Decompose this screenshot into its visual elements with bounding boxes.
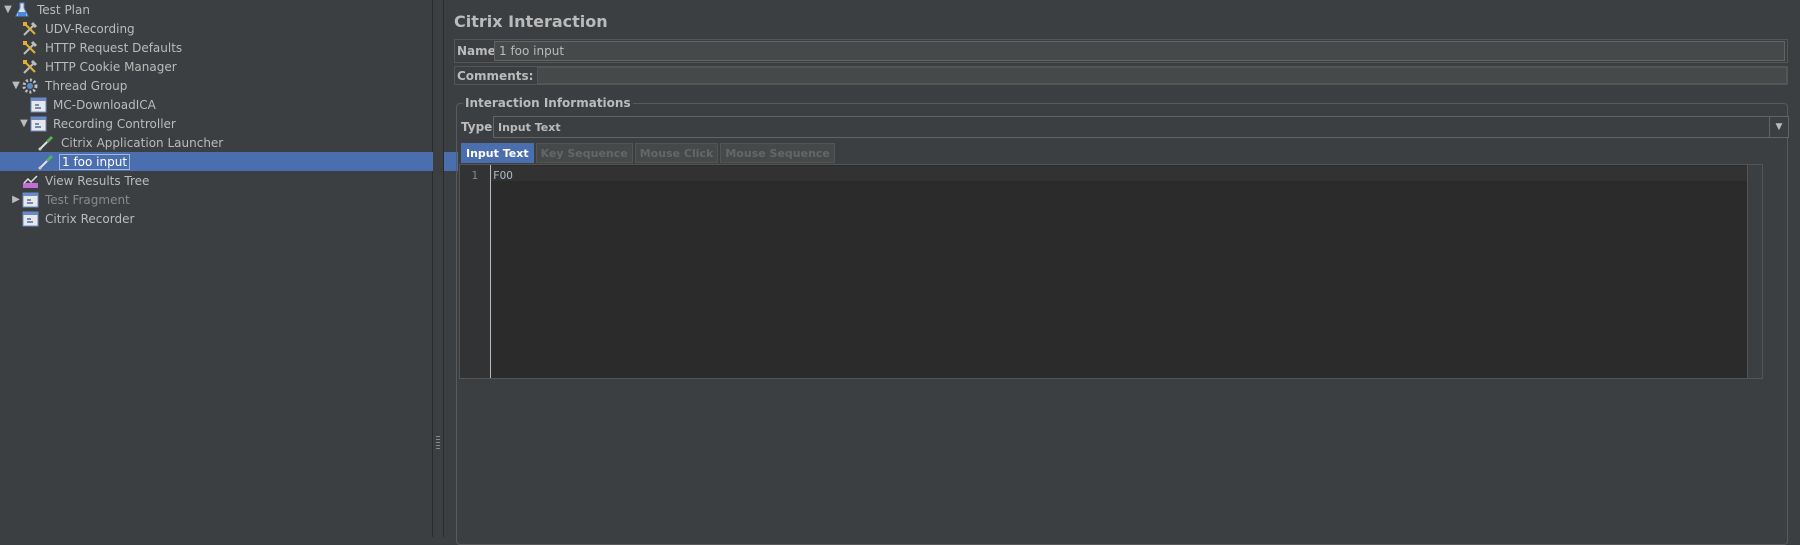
splitter-grip[interactable] — [436, 436, 440, 450]
line-number-gutter: 1 — [460, 165, 491, 378]
controller-icon — [22, 211, 39, 227]
gear-icon — [22, 78, 39, 94]
controller-icon — [22, 192, 39, 208]
citrix-interaction-panel: Citrix Interaction Name: Comments: Inter… — [444, 0, 1800, 545]
interaction-tabs: Input Text Key Sequence Mouse Click Mouse S… — [461, 143, 835, 163]
test-plan-tree[interactable]: ▼ Test Plan UDV-Recording HTTP Request Defa… — [0, 0, 458, 537]
flask-icon — [14, 2, 31, 18]
pipette-icon — [38, 135, 55, 151]
editor-text[interactable]: FOO — [493, 169, 513, 182]
type-select-value: Input Text — [498, 120, 561, 134]
tree-item[interactable]: Citrix Application Launcher — [0, 133, 458, 152]
comments-row: Comments: — [454, 66, 1788, 85]
controller-icon — [30, 97, 47, 113]
current-line-highlight — [491, 166, 1762, 181]
tree-item-label: HTTP Cookie Manager — [45, 59, 177, 74]
name-row: Name: — [454, 39, 1788, 63]
editor-scrollbar[interactable] — [1747, 165, 1762, 378]
tree-item[interactable]: View Results Tree — [0, 171, 442, 190]
name-field[interactable] — [494, 41, 1785, 61]
comments-label: Comments: — [457, 68, 534, 83]
tree-item-label: Thread Group — [45, 78, 128, 93]
tree-item-label: Citrix Application Launcher — [61, 135, 224, 150]
tree-item-label: HTTP Request Defaults — [45, 40, 183, 55]
tab-input-text[interactable]: Input Text — [461, 143, 534, 163]
tree-item-label: View Results Tree — [45, 173, 150, 188]
tree-item[interactable]: ▼ Recording Controller — [0, 114, 450, 133]
tree-item-label: 1 foo input — [59, 153, 131, 170]
tree-item[interactable]: HTTP Cookie Manager — [0, 57, 442, 76]
interaction-informations-group: Interaction Informations Type : Input Te… — [456, 96, 1789, 545]
chevron-down-icon[interactable]: ▼ — [1769, 117, 1788, 137]
tree-item[interactable]: ▶ Test Fragment — [0, 190, 442, 209]
type-select[interactable]: Input Text ▼ — [493, 116, 1789, 138]
tree-item[interactable]: ▼ Test Plan — [0, 0, 434, 19]
tab-mouse-sequence[interactable]: Mouse Sequence — [720, 143, 835, 163]
controller-icon — [30, 116, 47, 132]
tree-item[interactable]: MC-DownloadICA — [0, 95, 450, 114]
chart-icon — [22, 173, 39, 189]
tree-item-label: Recording Controller — [53, 116, 176, 131]
wrench-icon — [22, 59, 39, 75]
tree-item[interactable]: HTTP Request Defaults — [0, 38, 442, 57]
input-text-editor[interactable]: 1 FOO — [459, 164, 1763, 379]
tab-key-sequence[interactable]: Key Sequence — [535, 143, 633, 163]
tree-item[interactable]: Citrix Recorder — [0, 209, 442, 228]
tree-item-label: UDV-Recording — [45, 21, 135, 36]
tree-item[interactable]: 1 foo input — [0, 152, 458, 171]
tab-content-area — [459, 379, 1783, 542]
tree-item-label: Test Plan — [37, 2, 90, 17]
name-label: Name: — [457, 44, 501, 58]
page-title: Citrix Interaction — [454, 12, 608, 31]
expanded-toggle-icon[interactable]: ▼ — [2, 4, 14, 15]
tree-item-label: MC-DownloadICA — [53, 97, 156, 112]
tree-item-label: Citrix Recorder — [45, 211, 135, 226]
wrench-icon — [22, 21, 39, 37]
wrench-icon — [22, 40, 39, 56]
tree-item[interactable]: ▼ Thread Group — [0, 76, 442, 95]
comments-field[interactable] — [537, 67, 1787, 84]
expanded-toggle-icon[interactable]: ▼ — [10, 80, 22, 91]
tree-item[interactable]: UDV-Recording — [0, 19, 442, 38]
group-title: Interaction Informations — [463, 96, 633, 110]
line-number: 1 — [471, 169, 478, 182]
split-pane-divider[interactable] — [433, 0, 444, 537]
tab-mouse-click[interactable]: Mouse Click — [634, 143, 719, 163]
pipette-icon — [38, 154, 55, 170]
tree-item-label: Test Fragment — [45, 192, 130, 207]
collapsed-toggle-icon[interactable]: ▶ — [10, 194, 22, 205]
expanded-toggle-icon[interactable]: ▼ — [18, 118, 30, 129]
